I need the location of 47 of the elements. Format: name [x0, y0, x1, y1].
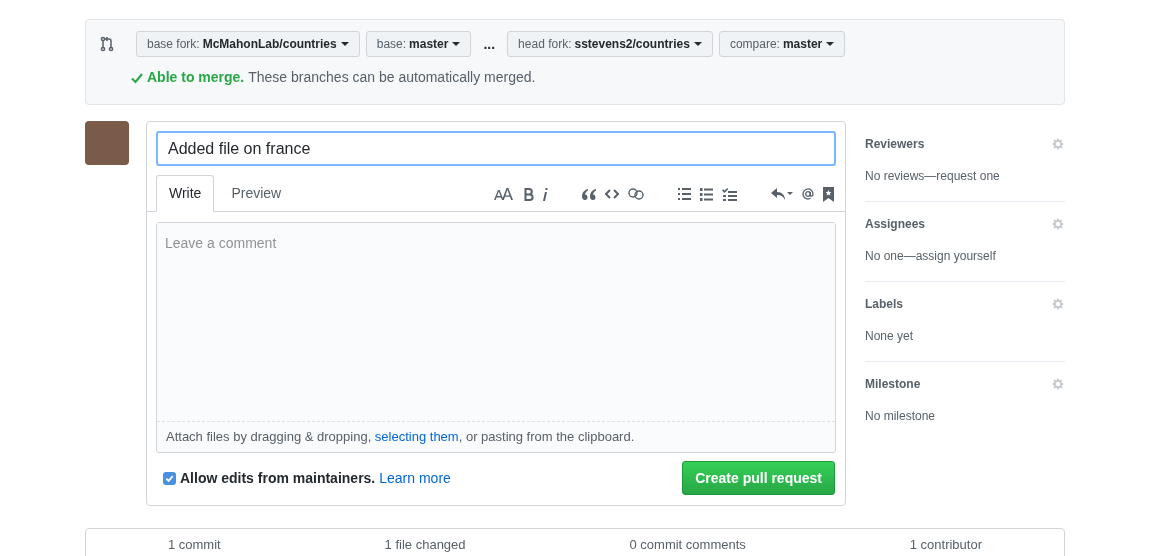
bulleted-list-icon[interactable]	[678, 188, 691, 200]
avatar	[85, 121, 129, 165]
sidebar-heading: Reviewers	[865, 136, 925, 153]
editor-tab[interactable]: Preview	[214, 175, 299, 212]
branch-dropdown[interactable]: base fork: McMahonLab/countries	[136, 31, 360, 57]
reply-icon[interactable]	[771, 188, 793, 200]
checkbox[interactable]	[163, 471, 176, 485]
numbered-list-icon[interactable]	[700, 187, 713, 201]
pull-request-icon	[100, 36, 114, 52]
link-icon[interactable]	[628, 188, 644, 200]
bookmark-icon[interactable]	[823, 186, 834, 202]
code-icon[interactable]	[605, 189, 619, 199]
sidebar-value[interactable]: None yet	[865, 327, 1065, 345]
merge-status: Able to merge.	[147, 68, 245, 87]
caret-icon	[693, 42, 702, 46]
attach-hint: Attach files by dragging & dropping, selecting them, or pasting from the clipboard.	[166, 428, 635, 447]
summary-link[interactable]: 1 commit	[167, 535, 221, 555]
sidebar-heading: Labels	[865, 296, 903, 313]
sidebar-value[interactable]: No reviews—request one	[865, 167, 1065, 185]
sidebar-heading: Assignees	[865, 216, 926, 233]
summary-link[interactable]: 1 file changed	[384, 535, 466, 555]
mention-icon[interactable]	[801, 187, 815, 201]
range-ellipsis: ...	[483, 34, 496, 54]
branch-dropdown[interactable]: base: master	[365, 31, 472, 57]
caret-icon	[340, 42, 349, 46]
allow-edits-label: Allow edits from maintainers.	[180, 468, 376, 488]
sidebar-value[interactable]: No milestone	[865, 407, 1065, 425]
summary-link[interactable]: 0 commit comments	[629, 535, 746, 555]
branch-dropdown[interactable]: head fork: sstevens2/countries	[507, 31, 713, 57]
task-list-icon[interactable]	[722, 187, 737, 201]
text-size-icon[interactable]	[494, 187, 516, 201]
merge-message: These branches can be automatically merged.	[248, 68, 536, 87]
editor-tab[interactable]: Write	[156, 175, 215, 212]
caret-icon	[826, 42, 835, 46]
comment-field[interactable]: Leave a comment Attach files by dragging & dropping, selecting them, or pasting from the clipboard.	[156, 222, 836, 453]
sidebar-heading: Milestone	[865, 376, 921, 393]
check-icon	[131, 71, 143, 84]
sidebar-value[interactable]: No one—assign yourself	[865, 247, 1065, 265]
summary-link[interactable]: 1 contributor	[909, 535, 982, 555]
quote-icon[interactable]	[582, 188, 596, 200]
bold-icon[interactable]	[524, 187, 534, 201]
caret-icon	[452, 42, 461, 46]
learn-more-link[interactable]: Learn more	[379, 467, 451, 489]
title-field[interactable]: Added file on france	[156, 131, 836, 166]
italic-icon[interactable]	[542, 187, 548, 201]
selecting-link[interactable]: selecting them	[374, 429, 459, 445]
branch-dropdown[interactable]: compare: master	[718, 31, 846, 57]
